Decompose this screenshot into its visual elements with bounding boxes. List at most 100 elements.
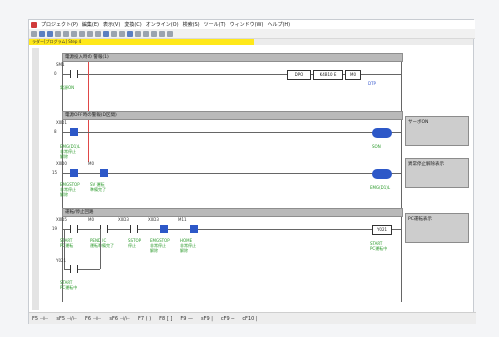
rung4-device4: X0D3: [148, 217, 159, 222]
menu-tools[interactable]: ツール(T): [204, 21, 226, 28]
ladder-icon[interactable]: [151, 30, 157, 37]
menu-convert[interactable]: 変換(C): [124, 21, 141, 28]
rung3-coil[interactable]: [372, 169, 392, 179]
rung1-coil-label: DTP: [368, 81, 376, 86]
rung3-note: 異常停止解除表示: [405, 158, 469, 188]
rung4-wire: [62, 229, 401, 230]
section-header-3: 運転/停止回路: [62, 208, 403, 217]
ladder-canvas[interactable]: 電源投入時の 警報(1) SM1 0 電源ON DPO K4B10 E M0 D…: [32, 48, 469, 310]
rung1-device: SM1: [56, 62, 65, 67]
rung4-branch-wire: [64, 229, 65, 269]
rung3-comment2: SV 運転 準備完了: [90, 182, 106, 192]
rung4-contact4[interactable]: [160, 225, 168, 233]
rung3-coil-label: EMG(D1)L: [370, 185, 391, 190]
rung4-device1: X0D5: [56, 217, 67, 222]
rung2-step: 8: [54, 129, 57, 134]
rung3-comment1: EMGSTOP 非常停止 解除: [60, 182, 80, 197]
app-icon: [31, 21, 37, 28]
rung4-step: 19: [52, 226, 58, 231]
fkey-sf6[interactable]: sF6 ⊣/⊢: [109, 316, 130, 322]
copy-icon[interactable]: [71, 30, 77, 37]
rung4-branch-contact[interactable]: [70, 265, 78, 273]
rung4-comment2: PEND IC 運転準備完了: [90, 238, 114, 248]
write-icon[interactable]: [127, 30, 133, 37]
menu-view[interactable]: 表示(V): [103, 21, 120, 28]
rung1-comment: 電源ON: [60, 85, 75, 90]
zoom-icon[interactable]: [167, 30, 173, 37]
right-power-rail: [401, 62, 402, 302]
rung4-contact1[interactable]: [70, 225, 78, 233]
menu-online[interactable]: オンライン(O): [146, 21, 179, 28]
rung4-device2: M0: [88, 217, 94, 222]
rung1-instr-op[interactable]: DPO: [287, 70, 311, 80]
fkey-f7[interactable]: F7 ( ): [138, 316, 151, 322]
fkey-f6[interactable]: F6 ⊣⊢: [85, 316, 101, 322]
undo-icon[interactable]: [87, 30, 93, 37]
rung1-step: 0: [54, 71, 57, 76]
rung2-coil[interactable]: [372, 128, 392, 138]
tab-ladder-program[interactable]: ラダー[プログラム] Step 4: [29, 39, 254, 45]
function-key-bar: F5 ⊣⊢ sF5 ⊣/⊢ F6 ⊣⊢ sF6 ⊣/⊢ F7 ( ) F8 [ …: [29, 312, 476, 324]
rung3-device1: X0D0: [56, 161, 67, 166]
rung3-device2: M0: [88, 161, 94, 166]
rung1-instr-arg2[interactable]: M0: [345, 70, 361, 80]
fkey-sf9[interactable]: sF9 |: [201, 316, 213, 322]
menu-help[interactable]: ヘルプ(H): [267, 21, 290, 28]
section-header-1: 電源投入時の 警報(1): [62, 53, 403, 62]
rung2-wire: [62, 132, 401, 133]
rung4-branch-comment: START PC運転中: [60, 280, 78, 290]
menu-edit[interactable]: 編集(E): [82, 21, 99, 28]
section-header-2: 電源OFF時の警報(D区間): [62, 111, 403, 120]
rung4-coil[interactable]: Y021: [372, 225, 392, 235]
rung3-contact2[interactable]: [100, 169, 108, 177]
rung3-wire: [62, 173, 401, 174]
rung4-comment1: START PC運転: [60, 238, 74, 248]
rung4-device3: X0D3: [118, 217, 129, 222]
verify-icon[interactable]: [143, 30, 149, 37]
rung2-comment: EMG(D1)L 非常停止 解除: [60, 144, 81, 159]
paste-icon[interactable]: [79, 30, 85, 37]
read-icon[interactable]: [135, 30, 141, 37]
fkey-sf5[interactable]: sF5 ⊣/⊢: [56, 316, 77, 322]
menu-bar: プロジェクト(P) 編集(E) 表示(V) 変換(C) オンライン(O) 検索(…: [29, 20, 475, 29]
fkey-f8[interactable]: F8 [ ]: [159, 316, 172, 322]
rung4-contact2[interactable]: [100, 225, 108, 233]
print-icon[interactable]: [55, 30, 61, 37]
new-icon[interactable]: [31, 30, 37, 37]
rung1-instr-arg1[interactable]: K4B10 E: [313, 70, 343, 80]
fkey-f5[interactable]: F5 ⊣⊢: [32, 316, 48, 322]
rung4-comment5: HOME 非常停止 解除: [180, 238, 196, 253]
save-icon[interactable]: [47, 30, 53, 37]
menu-window[interactable]: ウィンドウ(W): [230, 21, 264, 28]
rung4-branch-return: [100, 229, 101, 269]
ladder-gutter: [32, 48, 39, 310]
menu-search[interactable]: 検索(S): [183, 21, 200, 28]
toolbar: [29, 29, 475, 39]
redo-icon[interactable]: [95, 30, 101, 37]
rung2-note: サーボON: [405, 116, 469, 146]
app-window: プロジェクト(P) 編集(E) 表示(V) 変換(C) オンライン(O) 検索(…: [28, 19, 476, 324]
rung3-contact1[interactable]: [70, 169, 78, 177]
rung4-contact3[interactable]: [130, 225, 138, 233]
rung4-comment4: EMGSTOP 非常停止 解除: [150, 238, 170, 253]
cut-icon[interactable]: [63, 30, 69, 37]
tab-bar: ラダー[プログラム] Step 4: [29, 39, 473, 45]
rung1-contact[interactable]: [70, 70, 78, 78]
rung2-coil-label: SON: [372, 144, 381, 149]
rung4-coil-label: START PC運転中: [370, 241, 388, 251]
rung4-comment3: SSTOP 停止: [128, 238, 142, 248]
rung2-device: X0D1: [56, 120, 67, 125]
monitor-icon[interactable]: [119, 30, 125, 37]
rung4-branch-device: Y021: [56, 258, 67, 263]
rung4-contact5[interactable]: [190, 225, 198, 233]
menu-project[interactable]: プロジェクト(P): [41, 21, 78, 28]
find-icon[interactable]: [103, 30, 109, 37]
open-icon[interactable]: [39, 30, 45, 37]
fkey-f9[interactable]: F9 —: [180, 316, 193, 322]
rung2-contact[interactable]: [70, 128, 78, 136]
fkey-cf10[interactable]: cF10 |: [242, 316, 257, 322]
replace-icon[interactable]: [111, 30, 117, 37]
rung3-step: 15: [52, 170, 58, 175]
fkey-cf9[interactable]: cF9 ─: [221, 316, 234, 322]
list-icon[interactable]: [159, 30, 165, 37]
